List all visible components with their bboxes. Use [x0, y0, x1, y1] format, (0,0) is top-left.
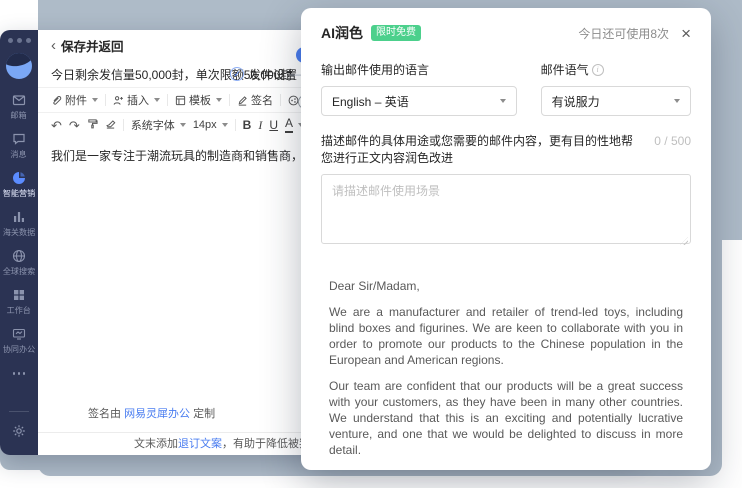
output-language-value: English – 英语 — [332, 93, 409, 110]
hint-prefix: 文末添加 — [134, 438, 178, 450]
sidebar-item-label: 工作台 — [7, 304, 31, 315]
email-preview: Dear Sir/Madam, We are a manufacturer an… — [301, 278, 711, 470]
unsubscribe-copy-link[interactable]: 退订文案 — [178, 438, 222, 450]
settings-button[interactable] — [12, 424, 26, 443]
sidebar-item-label: 全球搜索 — [3, 265, 35, 276]
sidebar-item-collab-office[interactable]: 协同办公 — [2, 327, 36, 355]
email-paragraph: Dear Sir/Madam, — [329, 278, 683, 294]
back-chevron-icon: ‹ — [51, 38, 56, 53]
chevron-down-icon — [154, 98, 160, 102]
font-color-icon: A — [285, 117, 293, 132]
signature-note: 签名由 网易灵犀办公 定制 — [88, 405, 215, 421]
chevron-down-icon — [180, 123, 186, 127]
font-family-select[interactable]: 系统字体 — [131, 117, 186, 133]
sidebar-item-workbench[interactable]: 工作台 — [6, 288, 32, 316]
email-paragraph: Our team are confident that our products… — [329, 378, 683, 458]
bar-chart-icon — [12, 210, 26, 224]
email-paragraph: Please do not hesitate to contact us if … — [329, 468, 683, 470]
redo-button[interactable]: ↷ — [69, 119, 80, 132]
font-family-value: 系统字体 — [131, 117, 175, 133]
chevron-down-icon — [674, 99, 680, 103]
sidebar-item-mail[interactable]: 邮箱 — [10, 93, 27, 121]
italic-button[interactable]: I — [258, 118, 262, 133]
pie-chart-icon — [12, 171, 26, 185]
sidebar-item-label: 海关数据 — [3, 226, 35, 237]
tone-label: 邮件语气 — [541, 61, 589, 78]
monitor-icon — [12, 327, 26, 341]
signature-prefix: 签名由 — [88, 408, 121, 420]
output-language-select[interactable]: English – 英语 — [321, 86, 517, 116]
description-label: 描述邮件的具体用途或您需要的邮件内容，更有目的性地帮您进行正文内容润色改进 — [321, 132, 644, 166]
ai-polish-modal: AI润色 限时免费 今日还可使用8次 × 输出邮件使用的语言 English –… — [301, 8, 711, 470]
font-size-select[interactable]: 14px — [193, 119, 228, 131]
globe-icon — [12, 249, 26, 263]
modal-header: AI润色 限时免费 今日还可使用8次 × — [321, 23, 691, 43]
tone-select[interactable]: 有说服力 — [541, 86, 691, 116]
sidebar-item-label: 消息 — [11, 148, 27, 159]
gear-icon — [12, 425, 26, 442]
output-language-label: 输出邮件使用的语言 — [321, 61, 517, 78]
underline-button[interactable]: U — [269, 118, 278, 132]
sidebar-item-customs-data[interactable]: 海关数据 — [2, 210, 36, 238]
check-circle-icon: ✓ — [230, 67, 244, 81]
template-label: 模板 — [189, 92, 211, 108]
person-plus-icon — [113, 95, 124, 106]
insert-label: 插入 — [127, 92, 149, 108]
app-sidebar: 邮箱 消息 智能营销 海关数据 — [0, 30, 38, 455]
tone-value: 有说服力 — [552, 93, 600, 110]
clear-format-button[interactable] — [105, 118, 116, 132]
chevron-down-icon — [92, 98, 98, 102]
attachment-button[interactable]: 附件 — [51, 92, 98, 108]
sidebar-item-more[interactable] — [13, 366, 26, 375]
close-icon[interactable]: × — [681, 25, 691, 42]
paperclip-icon — [51, 95, 62, 106]
chevron-down-icon — [216, 98, 222, 102]
undo-button[interactable]: ↶ — [51, 119, 62, 132]
window-controls[interactable] — [8, 38, 31, 43]
grid-icon — [12, 288, 26, 302]
lingxi-office-link[interactable]: 网易灵犀办公 — [124, 408, 190, 420]
sidebar-divider — [9, 411, 29, 412]
daily-quota-text: 今日还可使用8次 — [578, 25, 669, 42]
send-settings-button[interactable]: ✓ 发件设置 — [230, 66, 297, 83]
font-size-value: 14px — [193, 119, 217, 131]
chevron-down-icon — [500, 99, 506, 103]
template-icon — [175, 95, 186, 106]
insert-button[interactable]: 插入 — [113, 92, 160, 108]
signature-suffix: 定制 — [193, 408, 215, 420]
info-icon[interactable]: i — [592, 64, 604, 76]
sidebar-item-smart-marketing[interactable]: 智能营销 — [2, 171, 36, 199]
screenshot-canvas: 邮箱 消息 智能营销 海关数据 — [0, 0, 742, 488]
save-and-return-label: 保存并返回 — [61, 36, 124, 55]
sidebar-item-label: 协同办公 — [3, 343, 35, 354]
ellipsis-icon — [13, 372, 26, 375]
chevron-down-icon — [222, 123, 228, 127]
chat-icon — [12, 132, 26, 146]
limited-free-badge: 限时免费 — [371, 25, 421, 41]
modal-title: AI润色 — [321, 23, 363, 43]
sidebar-item-global-search[interactable]: 全球搜索 — [2, 249, 36, 277]
avatar[interactable] — [6, 53, 32, 79]
sidebar-item-label: 智能营销 — [3, 187, 35, 198]
template-button[interactable]: 模板 — [175, 92, 222, 108]
sidebar-item-messages[interactable]: 消息 — [10, 132, 27, 160]
attachment-label: 附件 — [65, 92, 87, 108]
signature-label: 签名 — [251, 92, 273, 108]
pen-icon — [237, 95, 248, 106]
bold-button[interactable]: B — [243, 118, 252, 132]
sidebar-item-label: 邮箱 — [11, 109, 27, 120]
scene-description-input[interactable] — [321, 174, 691, 244]
format-painter-button[interactable] — [87, 118, 98, 132]
char-counter: 0 / 500 — [654, 134, 691, 148]
mail-icon — [12, 93, 26, 107]
signature-button[interactable]: 签名 — [237, 92, 273, 108]
email-paragraph: We are a manufacturer and retailer of tr… — [329, 304, 683, 368]
